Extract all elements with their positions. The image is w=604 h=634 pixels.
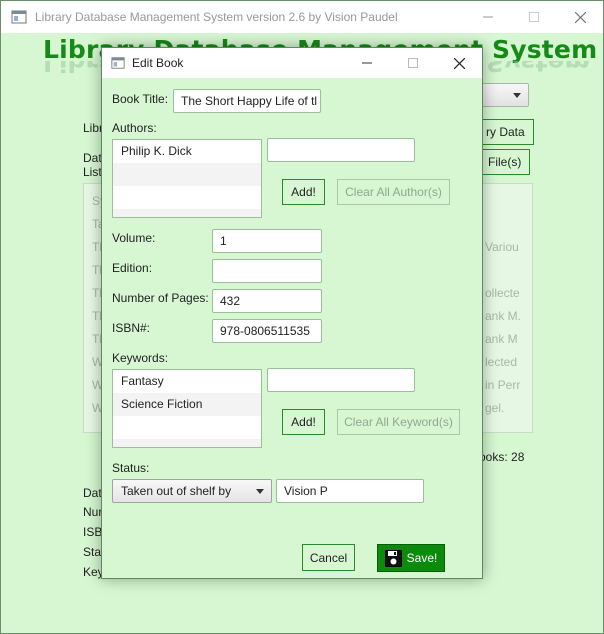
list-item[interactable]: Philip K. Dick bbox=[113, 140, 261, 163]
status-select[interactable]: Taken out of shelf by bbox=[112, 479, 272, 503]
dialog-close-button[interactable] bbox=[436, 48, 482, 78]
list-item[interactable] bbox=[113, 209, 261, 217]
clear-keywords-button[interactable]: Clear All Keyword(s) bbox=[337, 409, 460, 435]
list-item[interactable] bbox=[113, 416, 261, 439]
close-button[interactable] bbox=[557, 1, 603, 33]
bg-date-label-2: Dat bbox=[83, 486, 102, 500]
list-item: gel. bbox=[485, 401, 505, 415]
bg-book-count: ooks: 28 bbox=[479, 450, 525, 464]
list-item[interactable]: Science Fiction bbox=[113, 393, 261, 416]
bg-files-button[interactable]: File(s) bbox=[479, 149, 531, 175]
bg-library-label: Libr bbox=[83, 121, 104, 135]
cancel-button[interactable]: Cancel bbox=[302, 544, 355, 571]
edition-label: Edition: bbox=[112, 261, 153, 275]
add-keyword-button[interactable]: Add! bbox=[282, 409, 325, 435]
list-item: in Perr bbox=[485, 378, 521, 392]
list-item[interactable] bbox=[113, 186, 261, 209]
bg-list-label: List bbox=[83, 165, 102, 179]
volume-label: Volume: bbox=[112, 231, 156, 245]
list-item[interactable]: Fantasy bbox=[113, 370, 261, 393]
isbn-field[interactable]: 978-0806511535 bbox=[212, 319, 322, 343]
dialog-controls bbox=[344, 48, 482, 78]
close-icon bbox=[453, 57, 465, 69]
book-title-field[interactable]: The Short Happy Life of tl bbox=[173, 89, 321, 113]
dialog-titlebar: Edit Book bbox=[102, 48, 482, 78]
list-item: ollecte bbox=[485, 286, 520, 300]
chevron-down-icon bbox=[256, 489, 264, 494]
keyword-input[interactable] bbox=[267, 368, 415, 392]
bg-combo-box[interactable] bbox=[479, 83, 529, 107]
book-title-label: Book Title: bbox=[112, 92, 169, 106]
authors-label: Authors: bbox=[112, 121, 157, 135]
save-button[interactable]: Save! bbox=[377, 544, 445, 572]
chevron-down-icon bbox=[513, 93, 521, 98]
keywords-label: Keywords: bbox=[112, 351, 169, 365]
add-author-button[interactable]: Add! bbox=[282, 179, 325, 205]
edit-book-dialog: Edit Book Book Title: The Short Happy Li… bbox=[101, 47, 483, 579]
keywords-list[interactable]: Fantasy Science Fiction bbox=[112, 369, 262, 448]
dialog-title: Edit Book bbox=[132, 56, 184, 70]
minimize-button[interactable] bbox=[465, 1, 511, 33]
dialog-minimize-button[interactable] bbox=[344, 48, 390, 78]
bg-date-label: Dat bbox=[83, 151, 102, 165]
main-titlebar: Library Database Management System versi… bbox=[1, 1, 603, 33]
app-window-icon bbox=[11, 10, 27, 24]
clear-authors-button[interactable]: Clear All Author(s) bbox=[337, 179, 450, 205]
status-label: Status: bbox=[112, 461, 150, 475]
minimize-icon bbox=[483, 16, 493, 18]
authors-list[interactable]: Philip K. Dick bbox=[112, 139, 262, 218]
edition-field[interactable] bbox=[212, 259, 322, 283]
main-window-controls bbox=[465, 1, 603, 33]
maximize-icon bbox=[408, 58, 418, 68]
bg-number-label: Nur bbox=[83, 505, 103, 519]
isbn-label: ISBN#: bbox=[112, 321, 151, 335]
list-item: ank M bbox=[485, 332, 518, 346]
minimize-icon bbox=[362, 62, 372, 64]
pages-label: Number of Pages: bbox=[112, 291, 209, 305]
status-by-field[interactable]: Vision P bbox=[276, 479, 424, 503]
author-input[interactable] bbox=[267, 138, 415, 162]
floppy-disk-icon bbox=[384, 549, 402, 567]
list-item[interactable] bbox=[113, 439, 261, 447]
dialog-maximize-button[interactable] bbox=[390, 48, 436, 78]
app-window-icon bbox=[111, 57, 125, 69]
list-item[interactable] bbox=[113, 163, 261, 186]
save-label: Save! bbox=[406, 551, 438, 565]
pages-field[interactable]: 432 bbox=[212, 289, 322, 313]
main-window-title: Library Database Management System versi… bbox=[35, 10, 398, 24]
main-window: Library Database Management System versi… bbox=[0, 0, 604, 634]
bg-library-data-button[interactable]: ry Data bbox=[477, 119, 534, 145]
list-item: ank M. bbox=[485, 309, 522, 323]
close-icon bbox=[574, 11, 586, 23]
list-item: Variou bbox=[485, 240, 519, 254]
maximize-button[interactable] bbox=[511, 1, 557, 33]
list-item: lected bbox=[485, 355, 518, 369]
status-selected-value: Taken out of shelf by bbox=[121, 484, 232, 498]
volume-field[interactable]: 1 bbox=[212, 229, 322, 253]
maximize-icon bbox=[529, 12, 539, 22]
